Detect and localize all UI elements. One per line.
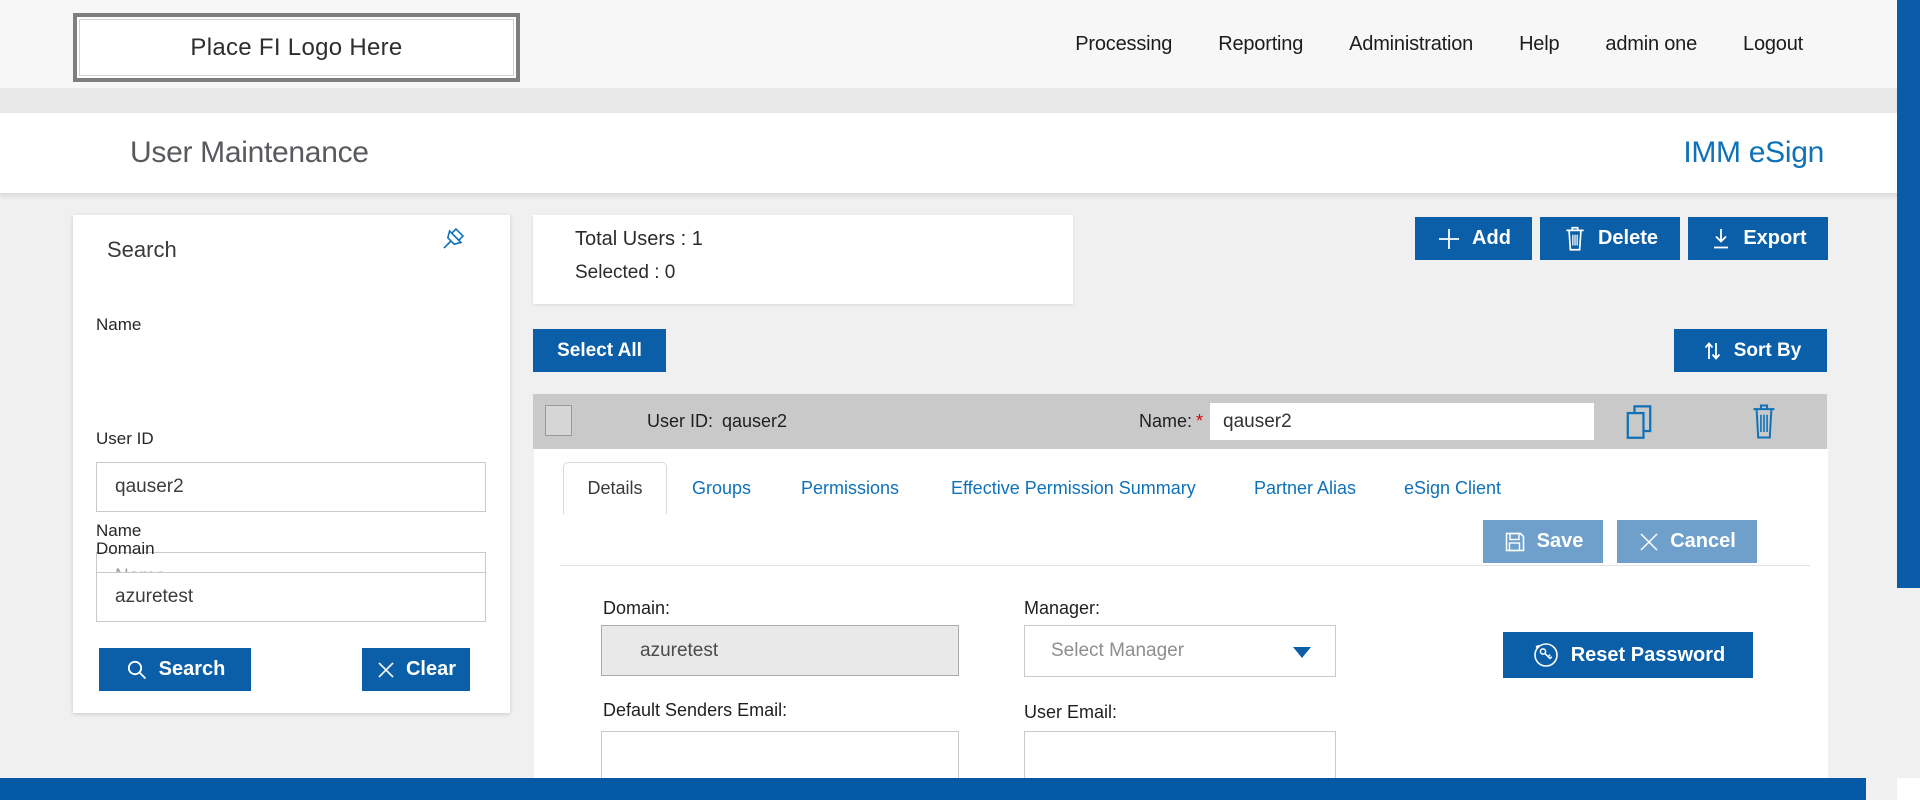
manager-select-value: Select Manager (1051, 640, 1184, 662)
select-all-label: Select All (557, 340, 642, 362)
export-button[interactable]: Export (1688, 217, 1828, 260)
save-button-label: Save (1537, 530, 1584, 553)
nav-help[interactable]: Help (1519, 33, 1559, 56)
cancel-x-icon (1638, 531, 1660, 553)
search-button-label: Search (159, 658, 226, 681)
tab-esign-client[interactable]: eSign Client (1404, 462, 1501, 514)
delete-button-label: Delete (1598, 227, 1658, 250)
export-button-label: Export (1743, 227, 1806, 250)
tab-groups[interactable]: Groups (692, 462, 751, 514)
search-panel-title: Search (107, 237, 177, 263)
name-label: Name (96, 315, 141, 335)
reset-password-label: Reset Password (1571, 644, 1726, 667)
tab-partner-alias[interactable]: Partner Alias (1254, 462, 1356, 514)
cancel-button-label: Cancel (1670, 530, 1736, 553)
add-button[interactable]: Add (1415, 217, 1532, 260)
form-domain-value: azuretest (640, 640, 718, 662)
nav-administration[interactable]: Administration (1349, 33, 1473, 56)
form-default-senders-email-label: Default Senders Email: (603, 700, 787, 721)
reset-password-button[interactable]: Reset Password (1503, 632, 1753, 678)
delete-button[interactable]: Delete (1540, 217, 1680, 260)
tab-permissions[interactable]: Permissions (801, 462, 899, 514)
fi-logo-placeholder: Place FI Logo Here (73, 13, 520, 82)
scrollbar-corner (1897, 778, 1920, 800)
logo-text: Place FI Logo Here (190, 34, 402, 62)
pin-icon[interactable] (431, 225, 471, 270)
nav-processing[interactable]: Processing (1075, 33, 1172, 56)
row-name-label: Name: * (1139, 394, 1203, 449)
sort-icon (1700, 338, 1724, 364)
copy-user-icon[interactable] (1622, 403, 1656, 445)
header-divider-band (0, 88, 1920, 113)
nav-reporting[interactable]: Reporting (1218, 33, 1303, 56)
panel-divider (560, 565, 1810, 566)
chevron-down-icon (1293, 647, 1311, 658)
clear-button-label: Clear (406, 658, 456, 681)
select-all-button[interactable]: Select All (533, 329, 666, 372)
user-details-panel: Details Groups Permissions Effective Per… (534, 449, 1828, 778)
search-panel: Search Name User ID Domain Name Search C… (73, 215, 510, 713)
form-domain-label: Domain: (603, 598, 670, 619)
row-name-label-text: Name: (1139, 411, 1192, 432)
clear-button[interactable]: Clear (362, 648, 470, 691)
top-bar: Place FI Logo Here Processing Reporting … (0, 0, 1920, 88)
sort-by-label: Sort By (1734, 340, 1802, 362)
tab-effective-permission-summary[interactable]: Effective Permission Summary (951, 462, 1196, 514)
row-user-id-value: qauser2 (722, 394, 787, 449)
right-scrollbar-strip[interactable] (1897, 0, 1920, 588)
domain-label: Domain (96, 539, 155, 559)
tab-details[interactable]: Details (563, 462, 667, 514)
page-title-bar: User Maintenance i IMM eSign (0, 113, 1920, 193)
search-domain-input[interactable] (96, 572, 486, 622)
save-button[interactable]: Save (1483, 520, 1603, 563)
form-domain-input: azuretest (601, 625, 959, 676)
add-button-label: Add (1472, 227, 1511, 250)
total-users-text: Total Users : 1 (575, 228, 1073, 251)
cancel-button[interactable]: Cancel (1617, 520, 1757, 563)
nav-user-menu[interactable]: admin one (1605, 33, 1697, 56)
save-icon (1503, 530, 1527, 554)
user-row-header: User ID: qauser2 Name: * (533, 394, 1827, 449)
brand-text: IMM eSign (1683, 113, 1824, 193)
user-email-input[interactable] (1024, 731, 1336, 778)
row-checkbox[interactable] (545, 405, 572, 436)
search-user-id-input[interactable] (96, 462, 486, 512)
form-user-email-label: User Email: (1024, 702, 1117, 723)
search-button[interactable]: Search (99, 648, 251, 691)
selected-count-text: Selected : 0 (575, 262, 1073, 284)
manager-select[interactable]: Select Manager (1024, 625, 1336, 677)
row-user-id-label: User ID: (647, 394, 713, 449)
row-name-input[interactable] (1210, 403, 1594, 440)
sort-by-button[interactable]: Sort By (1674, 329, 1827, 372)
nav-logout[interactable]: Logout (1743, 33, 1803, 56)
bottom-accent-bar (0, 778, 1866, 800)
name-label: Name (96, 521, 141, 541)
default-senders-email-input[interactable] (601, 731, 959, 778)
form-manager-label: Manager: (1024, 598, 1100, 619)
page-title: User Maintenance (130, 113, 369, 193)
totals-card: Total Users : 1 Selected : 0 (533, 215, 1073, 304)
row-delete-icon[interactable] (1749, 403, 1779, 445)
user-id-label: User ID (96, 429, 154, 449)
reset-password-icon (1531, 640, 1561, 670)
main-nav: Processing Reporting Administration Help… (1075, 0, 1803, 88)
required-asterisk: * (1196, 411, 1203, 432)
